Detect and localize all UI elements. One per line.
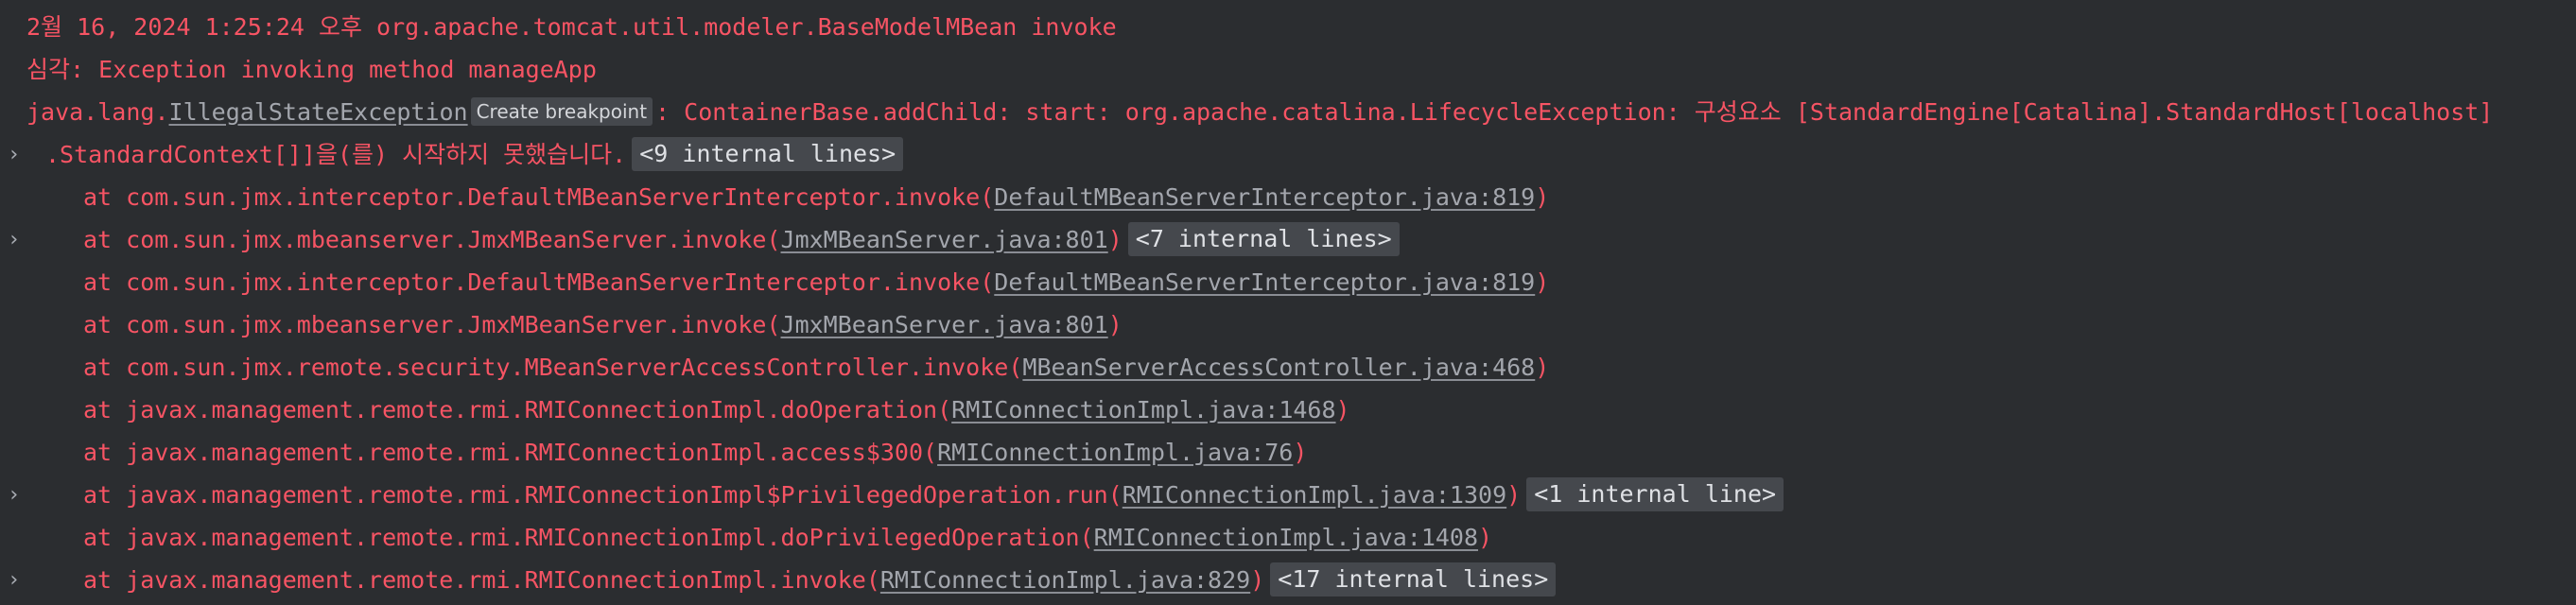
stack-frame-line: at javax.management.remote.rmi.RMIConnec… [0, 431, 2576, 474]
source-file-link[interactable]: MBeanServerAccessController.java:468 [1022, 354, 1535, 381]
stack-frame-close-paren: ) [1478, 524, 1493, 551]
stack-frame-line: at com.sun.jmx.remote.security.MBeanServ… [0, 346, 2576, 389]
log-header-text: 2월 16, 2024 1:25:24 오후 org.apache.tomcat… [26, 13, 1117, 41]
stack-frame-method: at javax.management.remote.rmi.RMIConnec… [83, 481, 1123, 509]
stack-frame-method: at javax.management.remote.rmi.RMIConnec… [83, 396, 952, 424]
source-file-link[interactable]: JmxMBeanServer.java:801 [781, 311, 1108, 338]
stack-frame-method: at com.sun.jmx.remote.security.MBeanServ… [83, 354, 1023, 381]
stack-frame-method: at com.sun.jmx.mbeanserver.JmxMBeanServe… [83, 226, 781, 253]
stack-frame-method: at com.sun.jmx.interceptor.DefaultMBeanS… [83, 183, 995, 211]
exception-class-link[interactable]: IllegalStateException [169, 98, 468, 126]
source-file-link[interactable]: DefaultMBeanServerInterceptor.java:819 [994, 183, 1535, 211]
stack-frame-line: › at com.sun.jmx.mbeanserver.JmxMBeanServ… [0, 218, 2576, 261]
internal-lines-fold[interactable]: <9 internal lines> [632, 137, 904, 171]
internal-lines-fold[interactable]: <17 internal lines> [1270, 562, 1557, 596]
stack-frame-line: at javax.management.remote.rmi.RMIConnec… [0, 516, 2576, 559]
source-file-link[interactable]: RMIConnectionImpl.java:829 [880, 566, 1250, 594]
stack-frame-method: at javax.management.remote.rmi.RMIConnec… [83, 439, 938, 466]
create-breakpoint-tooltip[interactable]: Create breakpoint [470, 97, 653, 126]
stack-frame-close-paren: ) [1335, 396, 1350, 424]
exception-message-continued: .StandardContext[]]을(를) 시작하지 못했습니다. [45, 141, 627, 168]
stack-frame-line: › at javax.management.remote.rmi.RMIConne… [0, 559, 2576, 601]
stack-trace-frames: at com.sun.jmx.interceptor.DefaultMBeanS… [0, 176, 2576, 601]
stack-frame-close-paren: ) [1293, 439, 1308, 466]
internal-lines-fold[interactable]: <7 internal lines> [1127, 222, 1400, 256]
stack-frame-close-paren: ) [1535, 354, 1550, 381]
source-file-link[interactable]: RMIConnectionImpl.java:76 [937, 439, 1293, 466]
stack-frame-line: at com.sun.jmx.interceptor.DefaultMBeanS… [0, 176, 2576, 218]
expand-chevron-icon[interactable]: › [8, 133, 26, 176]
stack-frame-line: at javax.management.remote.rmi.RMIConnec… [0, 389, 2576, 431]
internal-lines-fold[interactable]: <1 internal line> [1526, 477, 1784, 511]
source-file-link[interactable]: RMIConnectionImpl.java:1309 [1123, 481, 1506, 509]
stack-frame-line: › at javax.management.remote.rmi.RMIConne… [0, 474, 2576, 516]
stack-frame-method: at javax.management.remote.rmi.RMIConnec… [83, 524, 1094, 551]
stack-frame-method: at javax.management.remote.rmi.RMIConnec… [83, 566, 880, 594]
stack-frame-method: at com.sun.jmx.mbeanserver.JmxMBeanServe… [83, 311, 781, 338]
expand-chevron-icon[interactable]: › [8, 474, 26, 516]
exception-message: : ContainerBase.addChild: start: org.apa… [655, 98, 2494, 126]
log-header-line: 2월 16, 2024 1:25:24 오후 org.apache.tomcat… [0, 6, 2576, 48]
stack-frame-close-paren: ) [1107, 311, 1123, 338]
stack-frame-close-paren: ) [1535, 183, 1550, 211]
stack-frame-close-paren: ) [1535, 268, 1550, 296]
stack-frame-method: at com.sun.jmx.interceptor.DefaultMBeanS… [83, 268, 995, 296]
stack-frame-close-paren: ) [1107, 226, 1123, 253]
source-file-link[interactable]: DefaultMBeanServerInterceptor.java:819 [994, 268, 1535, 296]
stack-frame-line: at com.sun.jmx.mbeanserver.JmxMBeanServe… [0, 303, 2576, 346]
log-severity-line: 심각: Exception invoking method manageApp [0, 48, 2576, 91]
stack-frame-close-paren: ) [1250, 566, 1265, 594]
exception-continuation-line: › .StandardContext[]]을(를) 시작하지 못했습니다. <9 i… [0, 133, 2576, 176]
stack-frame-close-paren: ) [1506, 481, 1522, 509]
exception-line: java.lang.IllegalStateException Create br… [0, 91, 2576, 133]
source-file-link[interactable]: JmxMBeanServer.java:801 [781, 226, 1108, 253]
log-severity-text: 심각: Exception invoking method manageApp [26, 56, 597, 83]
console-output: 2월 16, 2024 1:25:24 오후 org.apache.tomcat… [0, 0, 2576, 605]
source-file-link[interactable]: RMIConnectionImpl.java:1408 [1094, 524, 1478, 551]
stack-frame-line: at com.sun.jmx.interceptor.DefaultMBeanS… [0, 261, 2576, 303]
exception-package: java.lang. [26, 98, 169, 126]
expand-chevron-icon[interactable]: › [8, 559, 26, 601]
expand-chevron-icon[interactable]: › [8, 218, 26, 261]
source-file-link[interactable]: RMIConnectionImpl.java:1468 [951, 396, 1335, 424]
